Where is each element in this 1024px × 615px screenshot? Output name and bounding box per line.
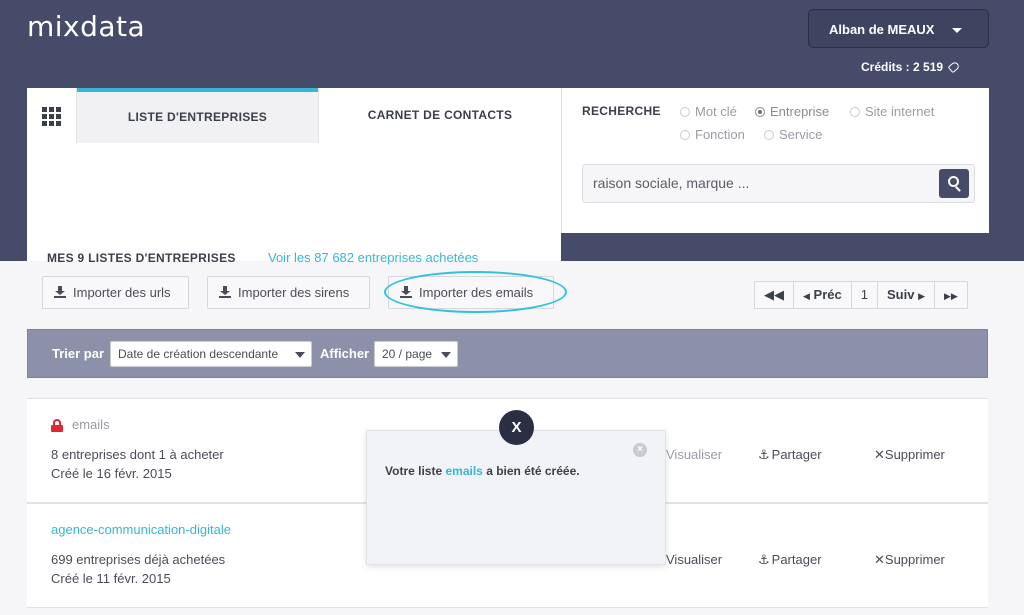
- search-panel: RECHERCHE Mot clé Entreprise Site intern…: [561, 88, 989, 233]
- list-created: Créé le 16 févr. 2015: [51, 466, 172, 481]
- radio-label: Service: [779, 127, 823, 142]
- next-page-button[interactable]: Suiv ▶: [878, 282, 935, 308]
- search-icon-handle: [955, 186, 961, 192]
- lock-icon: [51, 419, 63, 432]
- sort-select[interactable]: Date de création descendante: [110, 341, 312, 367]
- double-chevron-left-icon: ◀◀: [764, 287, 784, 302]
- close-icon[interactable]: ×: [633, 443, 647, 457]
- pagination: ◀◀ ◀ Préc 1 Suiv ▶ ▶▶: [754, 281, 968, 309]
- message-suffix: a bien été créée.: [486, 464, 580, 478]
- message-list-name: emails: [445, 464, 483, 478]
- list-name[interactable]: emails: [72, 417, 110, 432]
- purchased-companies-link[interactable]: Voir les 87 682 entreprises achetées: [268, 250, 478, 265]
- credits-counter: Crédits : 2 519: [861, 60, 961, 74]
- highlight-annotation: [384, 271, 567, 313]
- radio-label: Site internet: [865, 104, 935, 119]
- radio-function[interactable]: Fonction: [680, 127, 745, 142]
- grid-icon: [42, 107, 62, 126]
- radio-label: Mot clé: [695, 104, 737, 119]
- delete-label: Supprimer: [884, 447, 945, 462]
- tag-icon: [947, 60, 961, 74]
- radio-icon: [764, 130, 774, 140]
- sort-toolbar: Trier par Date de création descendante A…: [27, 329, 988, 378]
- page-size-select[interactable]: 20 / page: [374, 341, 458, 367]
- import-urls-button[interactable]: Importer des urls: [42, 276, 189, 309]
- apps-menu-button[interactable]: [27, 88, 77, 143]
- user-name: Alban de MEAUX: [829, 22, 935, 37]
- list-count: 699 entreprises déjà achetées: [51, 552, 226, 567]
- delete-button[interactable]: ✕Supprimer: [874, 552, 945, 568]
- prev-page-button[interactable]: ◀ Préc: [794, 282, 852, 308]
- chevron-left-icon: ◀: [803, 291, 810, 301]
- dismiss-notification-button[interactable]: X: [499, 410, 534, 445]
- share-button[interactable]: ⚓ Partager: [758, 447, 822, 463]
- tab-company-lists[interactable]: LISTE D'ENTREPRISES: [77, 88, 318, 143]
- first-page-button[interactable]: ◀◀: [755, 282, 794, 308]
- chevron-down-icon: [441, 352, 451, 358]
- message-prefix: Votre liste: [385, 464, 443, 478]
- download-icon: [219, 286, 231, 298]
- list-count: 8 entreprises dont 1 à acheter: [51, 447, 224, 462]
- radio-icon: [850, 107, 860, 117]
- chevron-down-icon: [952, 28, 962, 33]
- share-icon: ⚓: [758, 447, 770, 462]
- success-notification: × Votre liste emails a bien été créée.: [366, 430, 666, 565]
- search-icon: [948, 176, 959, 187]
- credits-text: Crédits : 2 519: [861, 60, 944, 74]
- close-icon: ✕: [874, 447, 885, 462]
- prev-label: Préc: [813, 287, 842, 302]
- share-label: Partager: [771, 447, 822, 462]
- share-icon: ⚓: [758, 552, 770, 567]
- button-label: Importer des sirens: [238, 285, 350, 300]
- radio-icon: [680, 130, 690, 140]
- list-name[interactable]: agence-communication-digitale: [51, 522, 231, 537]
- close-icon: ✕: [874, 552, 885, 567]
- list-created: Créé le 11 févr. 2015: [51, 571, 171, 586]
- radio-label: Entreprise: [770, 104, 830, 119]
- search-button[interactable]: [939, 169, 969, 198]
- tab-content-area: [27, 143, 561, 261]
- lists-heading: MES 9 LISTES D'ENTREPRISES: [47, 251, 236, 265]
- tab-contacts-book[interactable]: CARNET DE CONTACTS: [318, 88, 561, 143]
- radio-label: Fonction: [695, 127, 745, 142]
- share-label: Partager: [771, 552, 822, 567]
- current-page[interactable]: 1: [852, 282, 878, 308]
- notification-message: Votre liste emails a bien été créée.: [385, 464, 580, 478]
- radio-company[interactable]: Entreprise: [755, 104, 829, 119]
- chevron-right-icon: ▶: [918, 291, 925, 301]
- button-label: Importer des urls: [73, 285, 171, 300]
- search-title: RECHERCHE: [582, 104, 661, 118]
- download-icon: [54, 286, 66, 298]
- view-button[interactable]: Visualiser: [666, 552, 722, 567]
- show-label: Afficher: [320, 346, 370, 361]
- user-menu-button[interactable]: Alban de MEAUX: [808, 9, 989, 48]
- chevron-down-icon: [295, 352, 305, 358]
- search-input[interactable]: raison sociale, marque ...: [582, 164, 975, 203]
- import-sirens-button[interactable]: Importer des sirens: [207, 276, 370, 309]
- logo[interactable]: mixdata: [27, 10, 145, 43]
- radio-website[interactable]: Site internet: [850, 104, 934, 119]
- page-size-value: 20 / page: [382, 347, 433, 361]
- view-button[interactable]: Visualiser: [666, 447, 722, 462]
- sort-label: Trier par: [52, 346, 105, 361]
- delete-button[interactable]: ✕Supprimer: [874, 447, 945, 463]
- radio-service[interactable]: Service: [764, 127, 822, 142]
- double-chevron-right-icon: ▶▶: [944, 291, 958, 301]
- last-page-button[interactable]: ▶▶: [935, 282, 967, 308]
- delete-label: Supprimer: [884, 552, 945, 567]
- search-placeholder: raison sociale, marque ...: [593, 175, 750, 191]
- sort-value: Date de création descendante: [118, 347, 279, 361]
- radio-selected-icon: [755, 107, 765, 117]
- radio-icon: [680, 107, 690, 117]
- share-button[interactable]: ⚓ Partager: [758, 552, 822, 568]
- radio-keyword[interactable]: Mot clé: [680, 104, 737, 119]
- next-label: Suiv: [886, 287, 915, 302]
